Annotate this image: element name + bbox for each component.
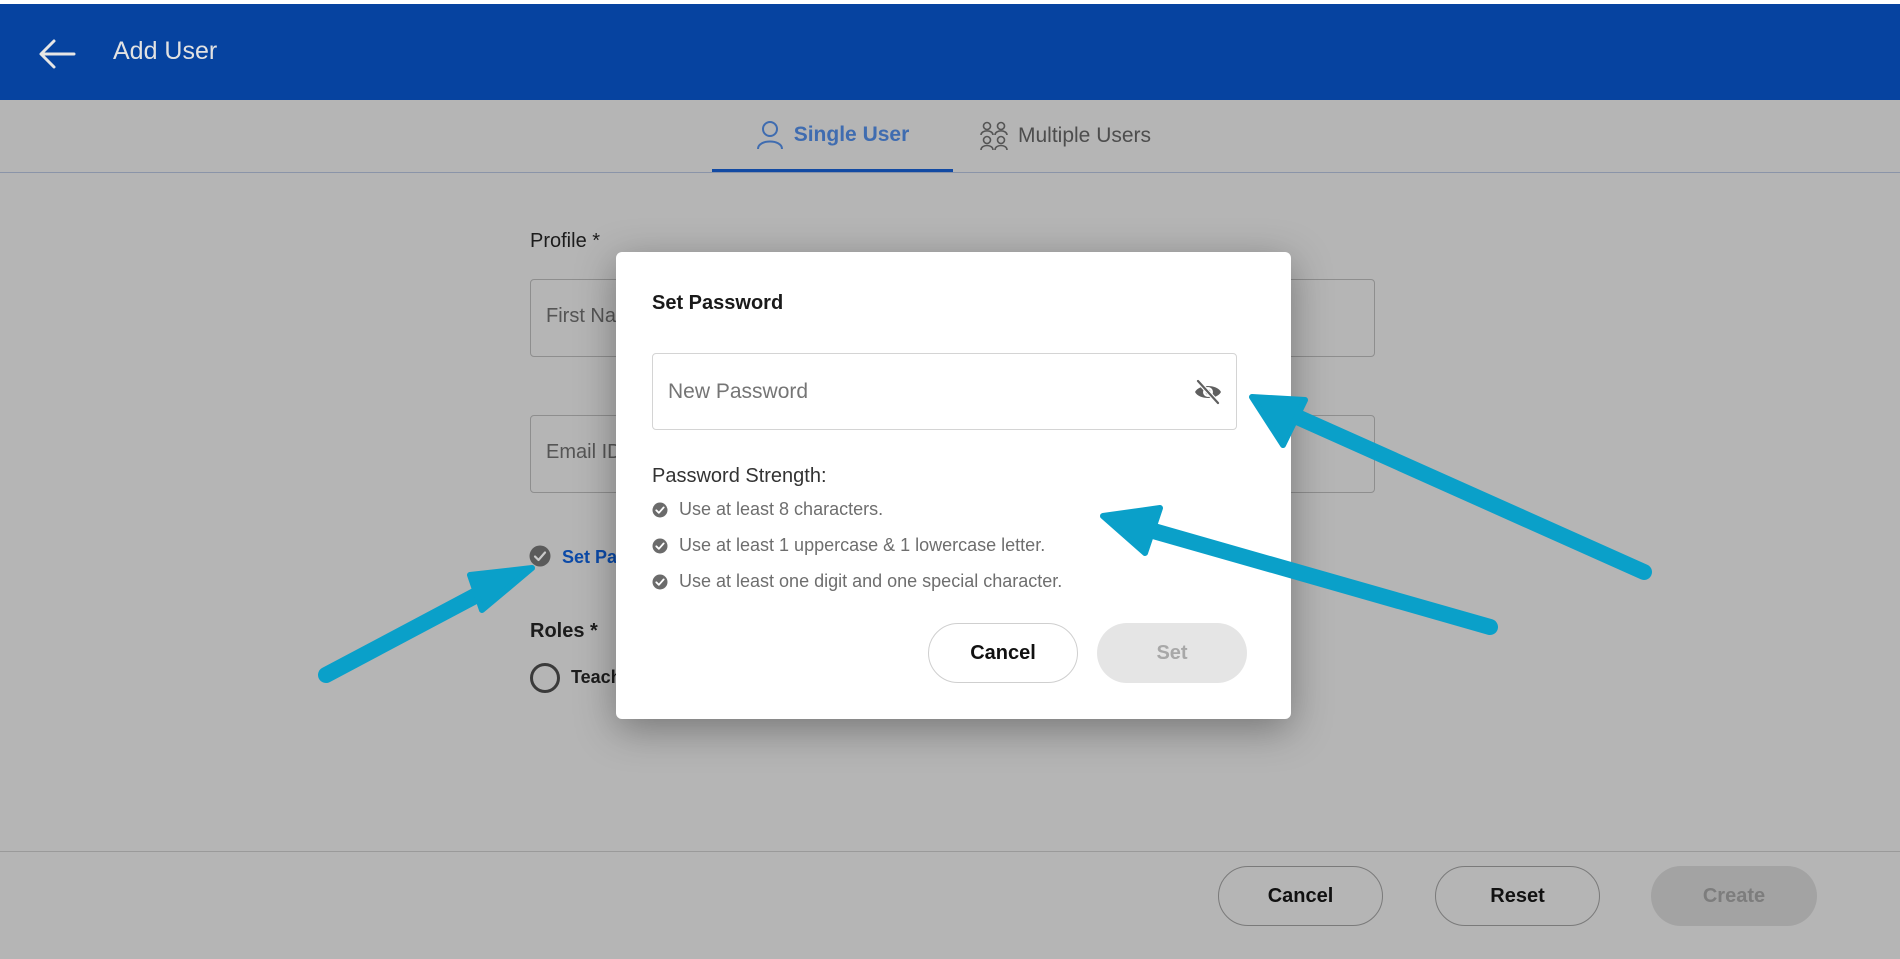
annotation-arrow-set-password: [318, 580, 498, 683]
tab-single-user-label: Single User: [793, 122, 910, 146]
role-radio[interactable]: [530, 663, 560, 693]
tab-single-user[interactable]: Single User: [712, 100, 953, 172]
users-icon: [980, 121, 1008, 151]
page-title: Add User: [113, 37, 218, 65]
user-icon: [756, 120, 783, 149]
password-rule-text: Use at least one digit and one special c…: [679, 571, 1063, 591]
new-password-placeholder: New Password: [668, 380, 809, 403]
password-rule-text: Use at least 8 characters.: [679, 499, 884, 519]
password-strength-title: Password Strength:: [652, 465, 827, 487]
check-circle-icon: [529, 545, 551, 567]
password-rule: Use at least 1 uppercase & 1 lowercase l…: [652, 535, 1045, 556]
eye-slash-icon: [1195, 378, 1221, 406]
app-header: Add User: [0, 4, 1900, 100]
reset-button[interactable]: Reset: [1435, 866, 1600, 926]
email-placeholder: Email ID: [546, 441, 622, 463]
role-option-label: Teach: [571, 667, 622, 687]
first-name-placeholder: First Na: [546, 305, 616, 327]
user-mode-tabs: Single User Multiple Users: [0, 100, 1900, 173]
dialog-set-button: Set: [1097, 623, 1247, 683]
cancel-button[interactable]: Cancel: [1218, 866, 1383, 926]
password-rule-text: Use at least 1 uppercase & 1 lowercase l…: [679, 535, 1046, 555]
profile-label: Profile *: [530, 230, 601, 252]
arrow-left-icon: [39, 39, 76, 69]
check-circle-icon: [652, 502, 668, 517]
password-rule: Use at least 8 characters.: [652, 499, 883, 520]
back-button[interactable]: [36, 32, 80, 76]
toggle-password-visibility-button[interactable]: [1193, 378, 1223, 406]
create-button: Create: [1651, 866, 1817, 926]
password-rule: Use at least one digit and one special c…: [652, 571, 1062, 592]
roles-label: Roles *: [530, 620, 598, 642]
new-password-input[interactable]: New Password: [652, 353, 1237, 430]
dialog-cancel-button[interactable]: Cancel: [928, 623, 1078, 683]
tab-multiple-users[interactable]: Multiple Users: [980, 100, 1180, 172]
annotation-arrowhead-set-password: [467, 565, 535, 613]
tab-multiple-users-label: Multiple Users: [1018, 124, 1152, 147]
set-password-dialog: Set Password New Password Password Stren…: [616, 252, 1291, 719]
dialog-title: Set Password: [652, 292, 784, 314]
form-footer: [0, 851, 1900, 959]
check-circle-icon: [652, 538, 668, 553]
check-circle-icon: [652, 574, 668, 589]
